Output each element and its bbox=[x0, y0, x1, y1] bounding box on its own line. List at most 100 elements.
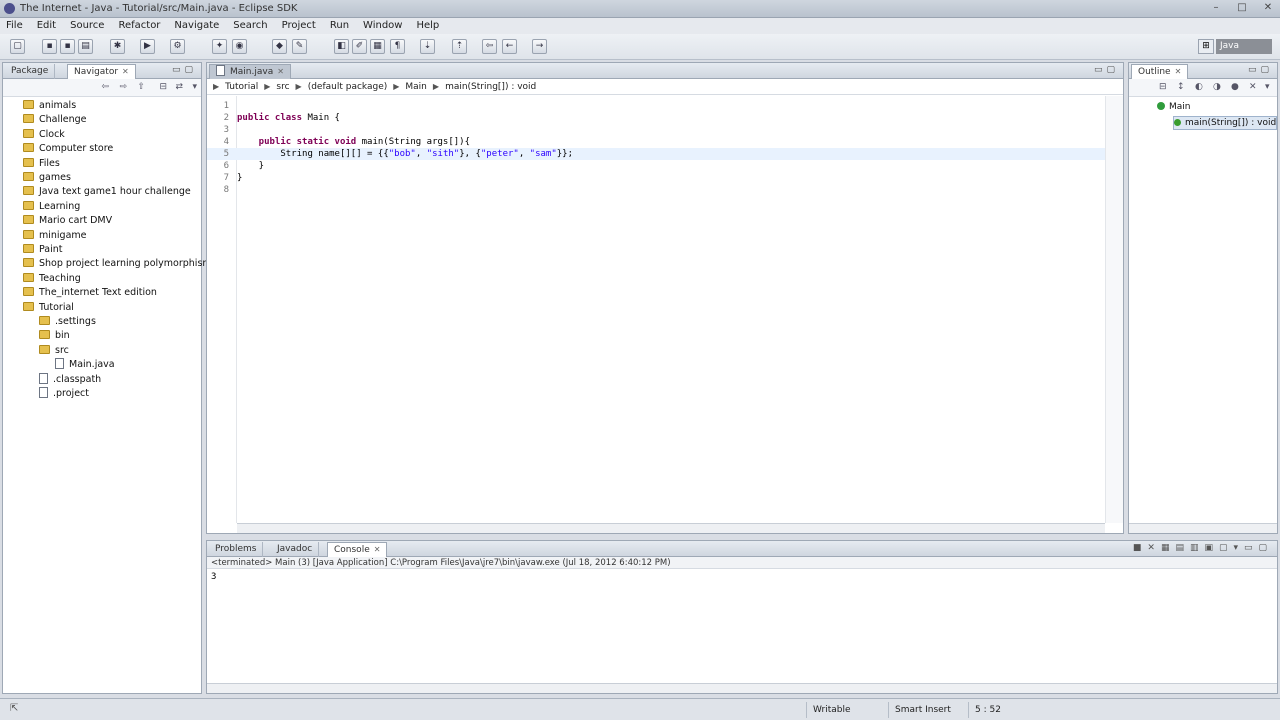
menu-help[interactable]: Help bbox=[416, 18, 439, 34]
menu-edit[interactable]: Edit bbox=[37, 18, 56, 34]
tree-item[interactable]: Files bbox=[23, 157, 60, 171]
tree-item[interactable]: Learning bbox=[23, 200, 80, 214]
panel-minmax-icon[interactable]: ▭▢ bbox=[1248, 65, 1273, 75]
console-toolbar-icons[interactable]: ■✕▦▤▥▣▢▾▭▢ bbox=[1133, 543, 1273, 553]
forward-icon[interactable]: → bbox=[532, 39, 547, 54]
external-tools-icon[interactable]: ⚙ bbox=[170, 39, 185, 54]
tree-item[interactable]: .project bbox=[39, 387, 89, 401]
menu-run[interactable]: Run bbox=[330, 18, 349, 34]
menu-search[interactable]: Search bbox=[233, 18, 267, 34]
code-line[interactable]: 1 bbox=[207, 100, 1123, 112]
tree-item[interactable]: Computer store bbox=[23, 142, 113, 156]
panel-minmax-icon[interactable]: ▭▢ bbox=[172, 65, 197, 75]
tree-item[interactable]: src bbox=[39, 344, 69, 358]
tree-item[interactable]: Main.java bbox=[55, 358, 115, 372]
tree-item[interactable]: minigame bbox=[23, 229, 87, 243]
view-menu-icon[interactable]: ▾ bbox=[192, 82, 197, 92]
save-all-icon[interactable]: ▪ bbox=[60, 39, 75, 54]
new-java-project-icon[interactable]: ✦ bbox=[212, 39, 227, 54]
code-line[interactable]: 5 String name[][] = {{"bob", "sith"}, {"… bbox=[207, 148, 1123, 160]
code-line[interactable]: 7} bbox=[207, 172, 1123, 184]
tab-package-explorer[interactable]: Package bbox=[5, 64, 56, 79]
breadcrumb-class[interactable]: Main bbox=[405, 82, 427, 92]
close-icon[interactable]: ✕ bbox=[122, 67, 129, 76]
last-edit-location-icon[interactable]: ⇦ bbox=[482, 39, 497, 54]
fast-view-icon[interactable]: ⇱ bbox=[10, 703, 18, 714]
java-perspective-button[interactable]: Java bbox=[1216, 39, 1272, 54]
back-icon[interactable]: ← bbox=[502, 39, 517, 54]
tree-item[interactable]: .settings bbox=[39, 315, 96, 329]
run-icon[interactable]: ▶ bbox=[140, 39, 155, 54]
minimize-icon[interactable]: – bbox=[1208, 2, 1224, 14]
tree-item[interactable]: bin bbox=[39, 329, 70, 343]
collapse-all-icon[interactable]: ⊟ bbox=[159, 82, 167, 92]
tree-item[interactable]: Challenge bbox=[23, 113, 87, 127]
tree-item[interactable]: Shop project learning polymorphism bbox=[23, 257, 212, 271]
code-editor[interactable]: 1 2 public class Main {3 4 public static vo… bbox=[207, 96, 1123, 533]
tree-item[interactable]: games bbox=[23, 171, 71, 185]
horizontal-scrollbar[interactable] bbox=[237, 523, 1105, 533]
print-icon[interactable]: ▤ bbox=[78, 39, 93, 54]
save-icon[interactable]: ▪ bbox=[42, 39, 57, 54]
sort-icon[interactable]: ↕ bbox=[1177, 82, 1185, 92]
menu-window[interactable]: Window bbox=[363, 18, 402, 34]
tree-item[interactable]: Java text game1 hour challenge bbox=[23, 185, 191, 199]
code-line[interactable]: 6 } bbox=[207, 160, 1123, 172]
tree-item[interactable]: .classpath bbox=[39, 372, 101, 387]
new-icon[interactable]: ▢ bbox=[10, 39, 25, 54]
forward-icon[interactable]: ⇨ bbox=[119, 82, 127, 92]
tree-item[interactable]: Paint bbox=[23, 243, 63, 257]
maximize-icon[interactable]: □ bbox=[1234, 2, 1250, 14]
tab-navigator[interactable]: Navigator ✕ bbox=[67, 64, 136, 79]
previous-annotation-icon[interactable]: ⇡ bbox=[452, 39, 467, 54]
toggle-mark-occurrences-icon[interactable]: ◧ bbox=[334, 39, 349, 54]
tab-outline[interactable]: Outline ✕ bbox=[1131, 64, 1189, 79]
menu-file[interactable]: File bbox=[6, 18, 23, 34]
panel-minmax-icon[interactable]: ▭▢ bbox=[1094, 65, 1119, 75]
tab-main-java[interactable]: Main.java ✕ bbox=[209, 64, 291, 79]
horizontal-scrollbar[interactable] bbox=[207, 683, 1277, 693]
show-whitespace-icon[interactable]: ▦ bbox=[370, 39, 385, 54]
hide-local-types-icon[interactable]: ✕ bbox=[1249, 82, 1257, 92]
show-source-icon[interactable]: ¶ bbox=[390, 39, 405, 54]
hide-nonpublic-icon[interactable]: ● bbox=[1231, 82, 1239, 92]
tab-javadoc[interactable]: Javadoc bbox=[271, 542, 320, 557]
tree-item[interactable]: Tutorial bbox=[23, 301, 74, 315]
code-line[interactable]: 4 public static void main(String args[])… bbox=[207, 136, 1123, 148]
tab-console[interactable]: Console ✕ bbox=[327, 542, 388, 557]
breadcrumb-package[interactable]: (default package) bbox=[308, 82, 388, 92]
menu-refactor[interactable]: Refactor bbox=[118, 18, 160, 34]
code-line[interactable]: 8 bbox=[207, 184, 1123, 196]
code-line[interactable]: 2 public class Main { bbox=[207, 112, 1123, 124]
up-icon[interactable]: ⇧ bbox=[137, 82, 145, 92]
debug-icon[interactable]: ✱ bbox=[110, 39, 125, 54]
overview-ruler[interactable] bbox=[1105, 96, 1123, 523]
collapse-all-icon[interactable]: ⊟ bbox=[1159, 82, 1167, 92]
outline-item-class[interactable]: Main bbox=[1157, 101, 1191, 113]
view-menu-icon[interactable]: ▾ bbox=[1265, 82, 1270, 92]
tree-item[interactable]: animals bbox=[23, 99, 76, 113]
close-icon[interactable]: ✕ bbox=[1260, 2, 1276, 14]
tree-item[interactable]: The_internet Text edition bbox=[23, 286, 157, 300]
open-type-icon[interactable]: ◆ bbox=[272, 39, 287, 54]
link-editor-icon[interactable]: ⇄ bbox=[175, 82, 183, 92]
close-icon[interactable]: ✕ bbox=[374, 545, 381, 554]
tab-problems[interactable]: Problems bbox=[209, 542, 264, 557]
toggle-block-selection-icon[interactable]: ✐ bbox=[352, 39, 367, 54]
next-annotation-icon[interactable]: ⇣ bbox=[420, 39, 435, 54]
code-line[interactable]: 3 bbox=[207, 124, 1123, 136]
horizontal-scrollbar[interactable] bbox=[1129, 523, 1277, 533]
back-icon[interactable]: ⇦ bbox=[101, 82, 109, 92]
hide-fields-icon[interactable]: ◐ bbox=[1195, 82, 1203, 92]
open-perspective-icon[interactable]: ⊞ bbox=[1198, 39, 1214, 54]
menu-navigate[interactable]: Navigate bbox=[174, 18, 219, 34]
breadcrumb-project[interactable]: Tutorial bbox=[225, 82, 258, 92]
breadcrumb-method[interactable]: main(String[]) : void bbox=[445, 82, 536, 92]
console-output[interactable]: 3 bbox=[211, 572, 216, 582]
outline-item-method[interactable]: main(String[]) : void bbox=[1173, 116, 1277, 130]
menu-source[interactable]: Source bbox=[70, 18, 104, 34]
close-icon[interactable]: ✕ bbox=[277, 67, 284, 76]
tree-item[interactable]: Clock bbox=[23, 128, 65, 142]
new-package-icon[interactable]: ◉ bbox=[232, 39, 247, 54]
tree-item[interactable]: Teaching bbox=[23, 272, 81, 286]
